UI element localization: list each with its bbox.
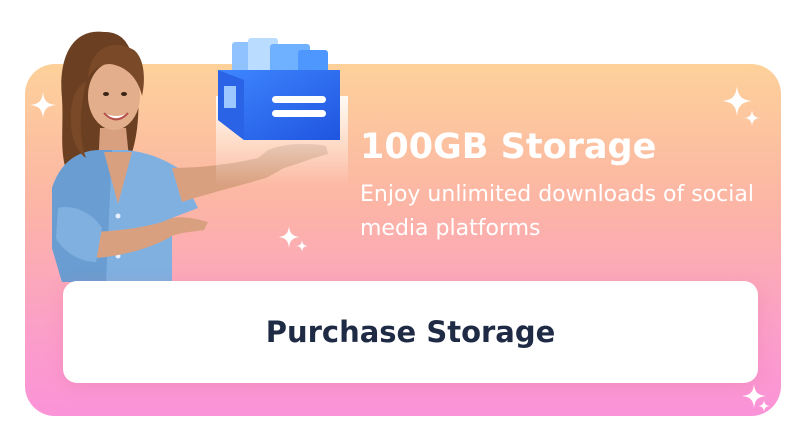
storage-box-icon: [214, 36, 350, 186]
sparkle-icon: [744, 110, 760, 126]
purchase-storage-button[interactable]: Purchase Storage: [63, 281, 758, 383]
storage-description: Enjoy unlimited downloads of social medi…: [360, 182, 754, 241]
storage-title: 100GB Storage: [360, 127, 657, 167]
sparkle-icon: [758, 400, 770, 412]
